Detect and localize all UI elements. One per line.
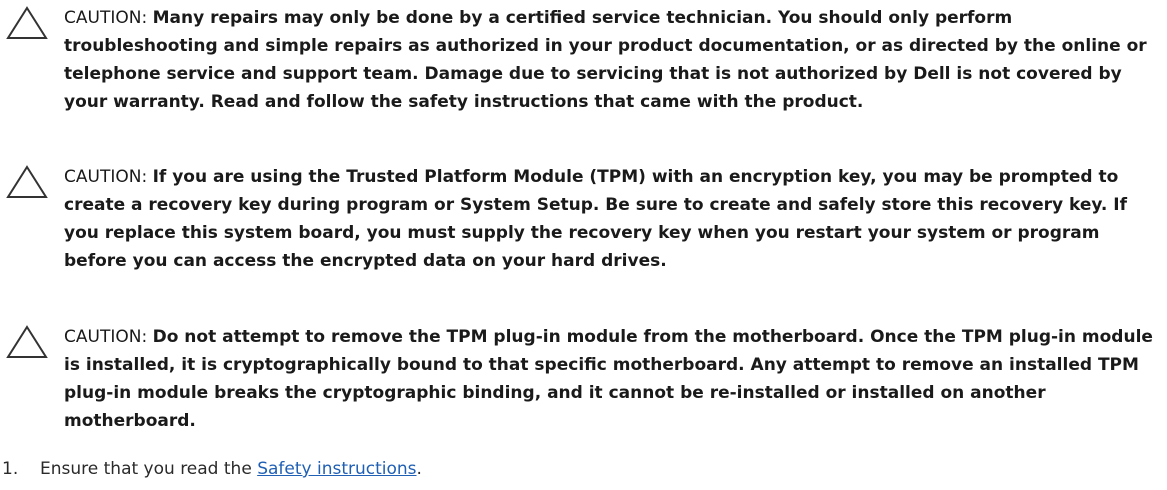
step-text: Ensure that you read the Safety instruct… bbox=[40, 455, 422, 483]
caution-body: Many repairs may only be done by a certi… bbox=[64, 8, 1147, 112]
safety-instructions-link[interactable]: Safety instructions bbox=[257, 459, 416, 479]
caution-notice-1: CAUTION: Many repairs may only be done b… bbox=[0, 4, 1167, 116]
step-suffix: . bbox=[416, 459, 422, 479]
caution-label: CAUTION: bbox=[64, 8, 153, 28]
caution-notice-2: CAUTION: If you are using the Trusted Pl… bbox=[0, 163, 1167, 275]
caution-body: If you are using the Trusted Platform Mo… bbox=[64, 167, 1128, 271]
caution-label: CAUTION: bbox=[64, 327, 153, 347]
caution-text: CAUTION: Many repairs may only be done b… bbox=[64, 4, 1154, 116]
procedure-step-1: 1. Ensure that you read the Safety instr… bbox=[0, 455, 422, 483]
caution-label: CAUTION: bbox=[64, 167, 153, 187]
caution-notice-3: CAUTION: Do not attempt to remove the TP… bbox=[0, 323, 1167, 435]
caution-text: CAUTION: Do not attempt to remove the TP… bbox=[64, 323, 1154, 435]
step-number: 1. bbox=[2, 459, 19, 479]
caution-body: Do not attempt to remove the TPM plug-in… bbox=[64, 327, 1153, 431]
caution-text: CAUTION: If you are using the Trusted Pl… bbox=[64, 163, 1154, 275]
caution-triangle-icon bbox=[6, 165, 48, 198]
step-prefix: Ensure that you read the bbox=[40, 459, 258, 479]
caution-triangle-icon bbox=[6, 325, 48, 358]
caution-triangle-icon bbox=[6, 6, 48, 39]
